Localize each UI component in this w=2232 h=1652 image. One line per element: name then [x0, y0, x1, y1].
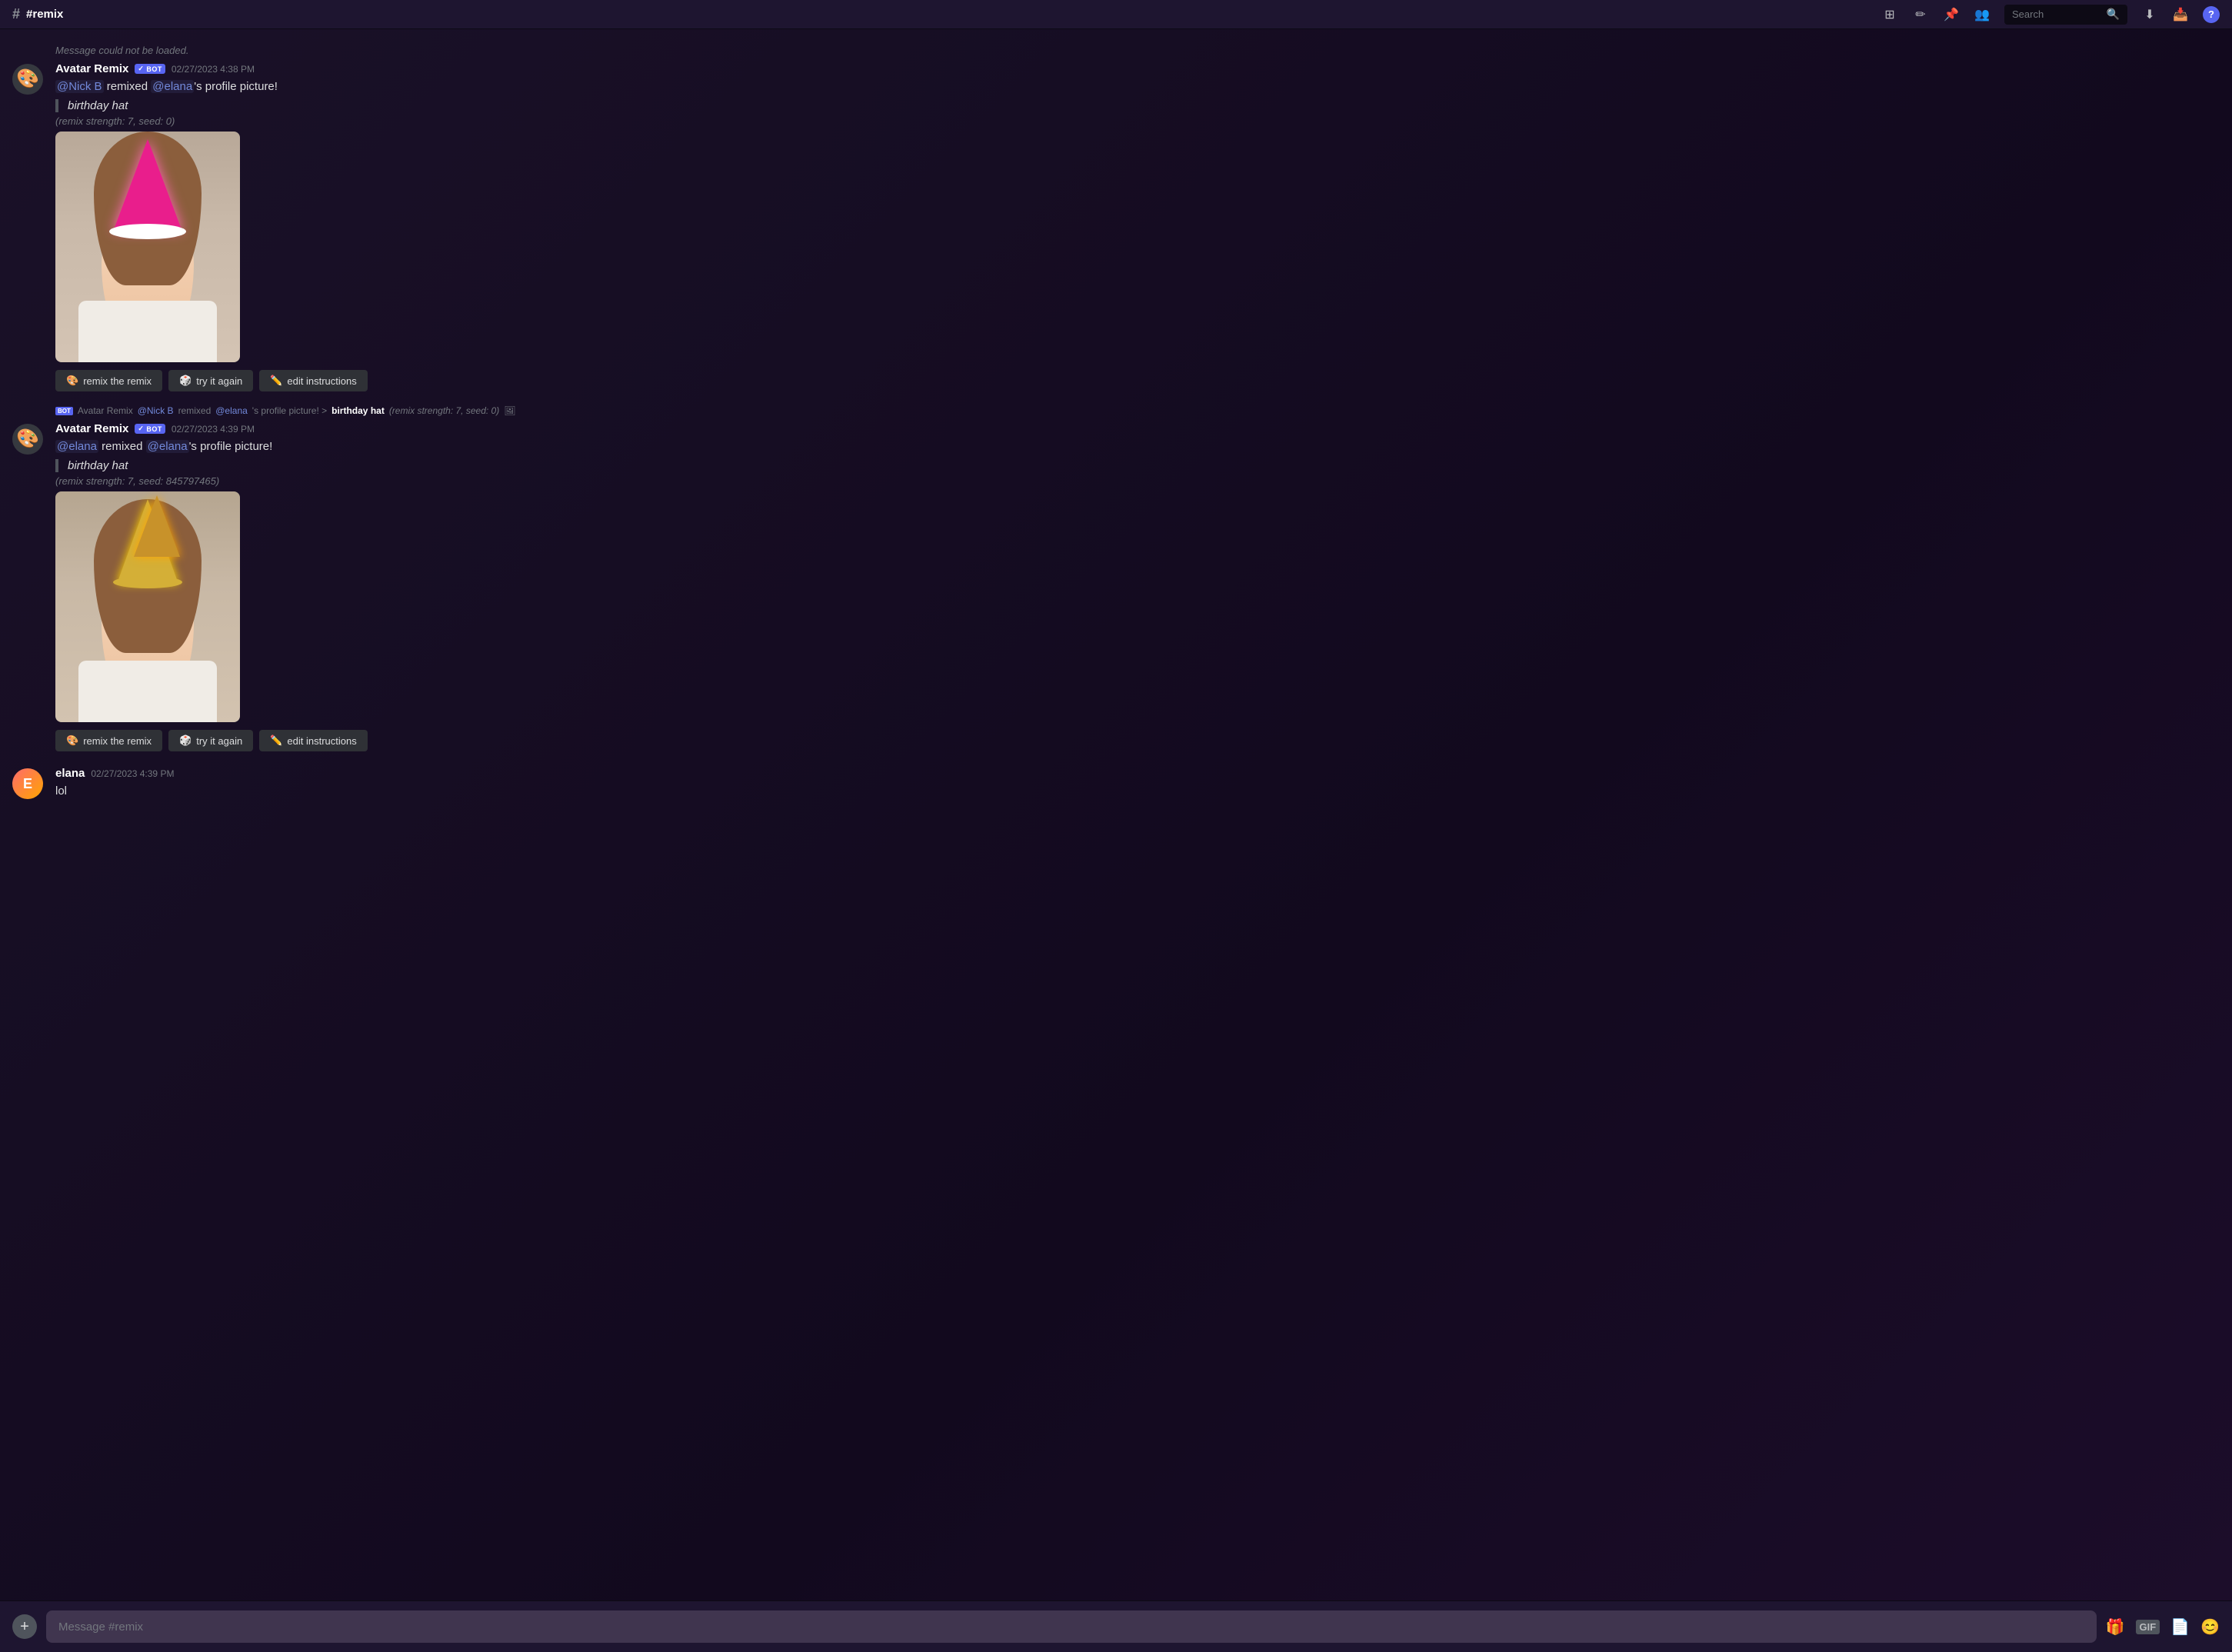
chat-area: Message could not be loaded. 🎨 Avatar Re… [0, 29, 2232, 1600]
ref-suffix: 's profile picture! > [252, 405, 327, 416]
sweater-1 [78, 301, 217, 362]
msg-timestamp-elana: 02/27/2023 4:39 PM [91, 768, 174, 779]
generated-image-1 [55, 132, 240, 362]
emoji-icon[interactable]: 😊 [2200, 1617, 2220, 1637]
bot-badge-2: ✓ BOT [135, 424, 165, 434]
message-group-2: 🎨 Avatar Remix ✓ BOT 02/27/2023 4:39 PM … [0, 419, 2232, 761]
msg-header-2: Avatar Remix ✓ BOT 02/27/2023 4:39 PM [55, 422, 2220, 435]
download-icon[interactable]: ⬇ [2141, 6, 2158, 23]
remix-the-remix-button-2[interactable]: 🎨 remix the remix [55, 730, 162, 751]
help-icon[interactable]: ? [2203, 6, 2220, 23]
try-again-button-1[interactable]: 🎲 try it again [168, 370, 253, 391]
system-message: Message could not be loaded. [0, 42, 2232, 59]
msg-author-2[interactable]: Avatar Remix [55, 422, 128, 435]
ref-mention-elana: @elana [215, 405, 248, 416]
edit-icon-1: ✏️ [270, 375, 282, 387]
party-hat-pink [113, 139, 182, 231]
title-bar-actions: ⊞ ✏ 📌 👥 🔍 ⬇ 📥 ? [1881, 5, 2220, 25]
try-again-button-2[interactable]: 🎲 try it again [168, 730, 253, 751]
ref-row-1: BOT Avatar Remix @Nick B remixed @elana … [0, 404, 2232, 418]
ref-author: Avatar Remix [78, 405, 133, 416]
blockquote-1: birthday hat [55, 99, 2220, 112]
bot-badge-1: ✓ BOT [135, 64, 165, 74]
message-input[interactable] [46, 1610, 2097, 1643]
ref-image-icon: 🖼 [504, 405, 515, 416]
channel-icon: # [12, 6, 20, 22]
system-message-text: Message could not be loaded. [55, 45, 188, 56]
hat-brim-1 [109, 224, 186, 239]
verified-icon-2: ✓ [138, 425, 144, 433]
party-hat-golden-2 [134, 495, 180, 557]
title-bar: # #remix ⊞ ✏ 📌 👥 🔍 ⬇ 📥 ? [0, 0, 2232, 29]
message-group-elana: E elana 02/27/2023 4:39 PM lol [0, 764, 2232, 802]
msg-timestamp-1: 02/27/2023 4:38 PM [172, 64, 255, 75]
verified-icon-1: ✓ [138, 65, 144, 73]
mention-elana-3[interactable]: @elana [146, 440, 189, 453]
msg-author-1[interactable]: Avatar Remix [55, 62, 128, 75]
ref-action: remixed [178, 405, 212, 416]
edit-icon-2: ✏️ [270, 734, 282, 747]
remix-the-remix-button-1[interactable]: 🎨 remix the remix [55, 370, 162, 391]
msg-subtext-1: @Nick B remixed @elana's profile picture… [55, 78, 2220, 95]
mention-elana-1[interactable]: @elana [151, 80, 194, 93]
gen-image-golden-hat [55, 491, 240, 722]
avatar-1: 🎨 [12, 64, 43, 95]
hash-icon[interactable]: ⊞ [1881, 6, 1898, 23]
search-icon: 🔍 [2107, 8, 2120, 21]
edit-icon[interactable]: ✏ [1912, 6, 1929, 23]
msg-author-elana[interactable]: elana [55, 767, 85, 780]
msg-header-1: Avatar Remix ✓ BOT 02/27/2023 4:38 PM [55, 62, 2220, 75]
msg-timestamp-2: 02/27/2023 4:39 PM [172, 424, 255, 435]
generated-image-2 [55, 491, 240, 722]
try-again-icon-2: 🎲 [179, 734, 192, 747]
bottom-bar: + 🎁 GIF 📄 😊 [0, 1600, 2232, 1652]
gif-icon[interactable]: GIF [2136, 1620, 2160, 1634]
gen-image-pink-hat [55, 132, 240, 362]
edit-instructions-button-2[interactable]: ✏️ edit instructions [259, 730, 368, 751]
remix-icon-1: 🎨 [66, 375, 78, 387]
try-again-icon-1: 🎲 [179, 375, 192, 387]
msg-header-elana: elana 02/27/2023 4:39 PM [55, 767, 2220, 780]
msg-text-elana: lol [55, 783, 2220, 799]
ref-bold: birthday hat [331, 405, 385, 416]
gift-icon[interactable]: 🎁 [2106, 1617, 2125, 1637]
avatar-elana: E [12, 768, 43, 799]
edit-instructions-button-1[interactable]: ✏️ edit instructions [259, 370, 368, 391]
msg-content-2: Avatar Remix ✓ BOT 02/27/2023 4:39 PM @e… [55, 422, 2220, 758]
sticker-icon[interactable]: 📄 [2170, 1617, 2190, 1637]
pin-icon[interactable]: 📌 [1943, 6, 1960, 23]
action-buttons-2: 🎨 remix the remix 🎲 try it again ✏️ edit… [55, 730, 2220, 751]
channel-name: #remix [26, 8, 63, 21]
remix-strength-2: (remix strength: 7, seed: 845797465) [55, 475, 2220, 487]
ref-italic: (remix strength: 7, seed: 0) [389, 405, 499, 416]
action-buttons-1: 🎨 remix the remix 🎲 try it again ✏️ edit… [55, 370, 2220, 391]
avatar-2: 🎨 [12, 424, 43, 455]
search-bar[interactable]: 🔍 [2004, 5, 2127, 25]
bottom-actions: 🎁 GIF 📄 😊 [2106, 1617, 2220, 1637]
blockquote-2: birthday hat [55, 459, 2220, 472]
remix-strength-1: (remix strength: 7, seed: 0) [55, 115, 2220, 127]
bot-small-badge: BOT [55, 407, 73, 415]
members-icon[interactable]: 👥 [1974, 6, 1990, 23]
avatar-elana-letter: E [23, 776, 32, 792]
remix-icon-2: 🎨 [66, 734, 78, 747]
msg-content-1: Avatar Remix ✓ BOT 02/27/2023 4:38 PM @N… [55, 62, 2220, 398]
mention-nickb-1[interactable]: @Nick B [55, 80, 104, 93]
mention-elana-2[interactable]: @elana [55, 440, 98, 453]
sweater-2 [78, 661, 217, 722]
msg-subtext-2: @elana remixed @elana's profile picture! [55, 438, 2220, 455]
ref-mention-nickb: @Nick B [138, 405, 174, 416]
hat-brim-2 [113, 576, 182, 588]
message-group-1: 🎨 Avatar Remix ✓ BOT 02/27/2023 4:38 PM … [0, 59, 2232, 401]
search-input[interactable] [2012, 8, 2102, 20]
inbox-icon[interactable]: 📥 [2172, 6, 2189, 23]
msg-content-elana: elana 02/27/2023 4:39 PM lol [55, 767, 2220, 799]
add-button[interactable]: + [12, 1614, 37, 1639]
